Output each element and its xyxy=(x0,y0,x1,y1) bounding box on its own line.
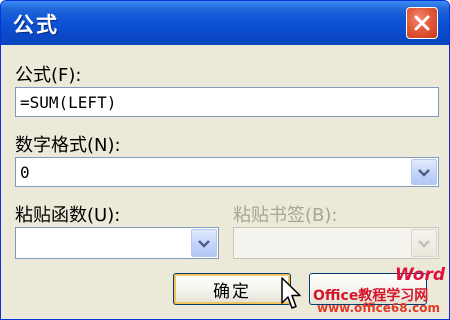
paste-bookmark-label: 粘贴书签(B): xyxy=(233,205,338,226)
close-button[interactable] xyxy=(406,7,438,39)
watermark: Word Office教程学习网 www.office68.com xyxy=(311,263,449,319)
formula-dialog: 公式 公式(F): =SUM(LEFT) 数字格式(N): 0 粘贴函数(U): xyxy=(0,0,450,320)
formula-label: 公式(F): xyxy=(15,65,82,86)
number-format-value: 0 xyxy=(20,162,30,182)
chevron-down-icon xyxy=(417,163,431,182)
mouse-pointer-icon xyxy=(281,277,303,315)
formula-value: =SUM(LEFT) xyxy=(20,92,117,112)
ok-button[interactable]: 确定 xyxy=(173,273,291,305)
watermark-url: www.office68.com xyxy=(317,301,441,315)
chevron-down-icon xyxy=(197,234,211,253)
paste-function-label: 粘贴函数(U): xyxy=(15,205,121,226)
paste-bookmark-dropdown-button xyxy=(411,229,437,257)
dialog-title: 公式 xyxy=(13,13,59,37)
number-format-dropdown-button[interactable] xyxy=(411,159,437,185)
watermark-word: Word xyxy=(394,265,445,285)
number-format-select[interactable]: 0 xyxy=(15,157,439,187)
paste-bookmark-select xyxy=(233,227,439,259)
formula-input[interactable]: =SUM(LEFT) xyxy=(15,87,439,117)
close-icon xyxy=(413,14,431,32)
number-format-label: 数字格式(N): xyxy=(15,135,121,156)
chevron-down-icon xyxy=(417,234,431,253)
paste-function-select[interactable] xyxy=(15,227,219,259)
ok-button-label: 确定 xyxy=(213,281,251,302)
paste-function-dropdown-button[interactable] xyxy=(191,229,217,257)
title-bar[interactable]: 公式 xyxy=(1,1,449,45)
